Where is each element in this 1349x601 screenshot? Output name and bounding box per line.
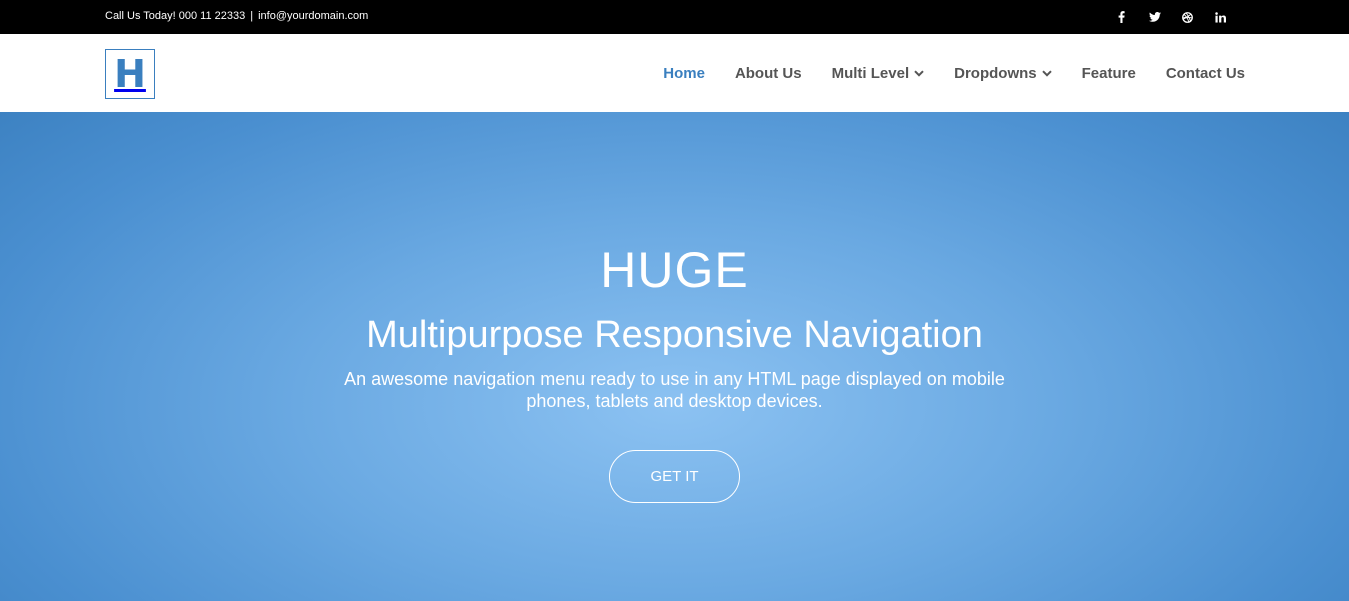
contact-info: Call Us Today! 000 11 22333 | info@yourdom… xyxy=(105,10,368,22)
hero-section: HUGE Multipurpose Responsive Navigation … xyxy=(0,112,1349,601)
nav-item-feature[interactable]: Feature xyxy=(1067,34,1151,112)
top-bar: Call Us Today! 000 11 22333 | info@yourdom… xyxy=(0,0,1349,34)
nav-item-label: Contact Us xyxy=(1165,64,1245,82)
social-links xyxy=(1105,9,1237,25)
nav-item-contact-us[interactable]: Contact Us xyxy=(1151,34,1245,112)
get-it-button[interactable]: GET IT xyxy=(609,450,740,503)
facebook-icon[interactable] xyxy=(1105,9,1138,25)
nav-item-home[interactable]: Home xyxy=(648,34,720,112)
nav-item-dropdowns[interactable]: Dropdowns xyxy=(939,34,1067,112)
chevron-down-icon xyxy=(1041,69,1052,77)
hero-description: An awesome navigation menu ready to use … xyxy=(344,369,1005,411)
main-menu: Home About Us Multi Level Dropdowns Feat… xyxy=(648,34,1245,112)
nav-item-about-us[interactable]: About Us xyxy=(720,34,817,112)
email-link[interactable]: info@yourdomain.com xyxy=(258,10,368,22)
phone-text: Call Us Today! 000 11 22333 xyxy=(105,10,246,22)
nav-item-label: About Us xyxy=(734,64,802,82)
nav-item-label: Multi Level xyxy=(831,64,910,82)
contact-separator: | xyxy=(250,10,254,22)
twitter-icon[interactable] xyxy=(1138,9,1171,25)
nav-item-label: Feature xyxy=(1081,64,1136,82)
nav-item-label: Home xyxy=(663,64,705,82)
nav-item-label: Dropdowns xyxy=(954,64,1037,82)
nav-item-multi-level[interactable]: Multi Level xyxy=(817,34,940,112)
hero-subtitle: Multipurpose Responsive Navigation xyxy=(366,314,983,356)
logo-letter: H xyxy=(114,52,146,96)
hero-title: HUGE xyxy=(600,242,749,298)
logo[interactable]: H xyxy=(105,49,155,99)
chevron-down-icon xyxy=(914,69,924,77)
main-navbar: H Home About Us Multi Level Dropdowns Fe… xyxy=(0,34,1349,112)
linkedin-icon[interactable] xyxy=(1204,9,1237,25)
dribbble-icon[interactable] xyxy=(1171,9,1204,25)
